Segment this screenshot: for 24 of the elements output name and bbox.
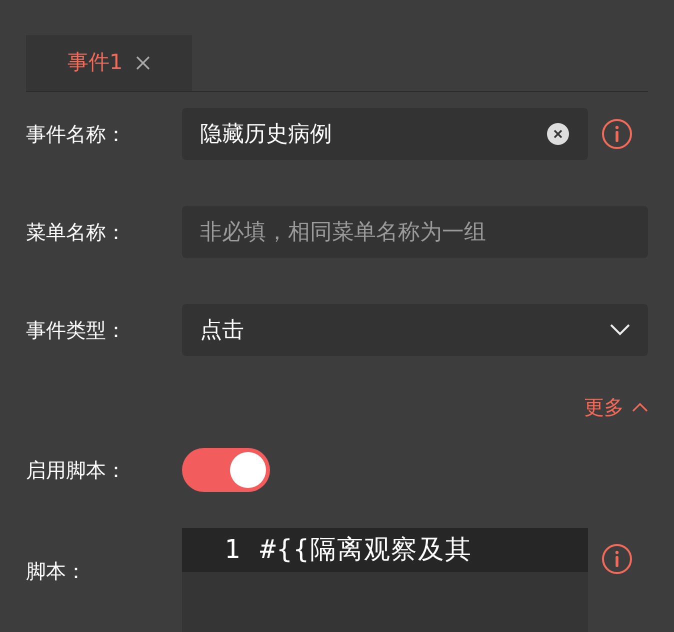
line-number: 1 [223, 534, 241, 566]
field-label: 启用脚本： [26, 457, 127, 484]
field-label: 事件类型： [26, 317, 127, 344]
info-icon[interactable] [600, 117, 634, 151]
field-label: 事件名称： [26, 121, 127, 148]
select-field[interactable]: 点击 [182, 304, 648, 356]
field-label: 脚本： [26, 558, 87, 585]
chevron-down-icon[interactable] [610, 324, 630, 336]
code-editor[interactable]: 1 #{{隔离观察及其 [182, 528, 588, 632]
more-toggle[interactable]: 更多 [584, 392, 648, 422]
close-icon[interactable] [134, 55, 151, 71]
input-field[interactable]: 非必填，相同菜单名称为一组 [182, 206, 648, 258]
field-label: 菜单名称： [26, 219, 127, 246]
field-value: 点击 [200, 316, 245, 344]
placeholder: 非必填，相同菜单名称为一组 [200, 218, 487, 246]
clear-icon[interactable] [546, 122, 570, 146]
input-field[interactable]: 隐藏历史病例 [182, 108, 588, 160]
code-line: #{{隔离观察及其 [259, 534, 472, 566]
tab-label: 事件1 [67, 49, 123, 76]
field-value: 隐藏历史病例 [200, 120, 333, 148]
info-icon[interactable] [600, 542, 634, 576]
toggle-switch[interactable] [182, 448, 270, 492]
chevron-up-icon [632, 402, 648, 412]
tab[interactable]: 事件1 [26, 35, 192, 91]
